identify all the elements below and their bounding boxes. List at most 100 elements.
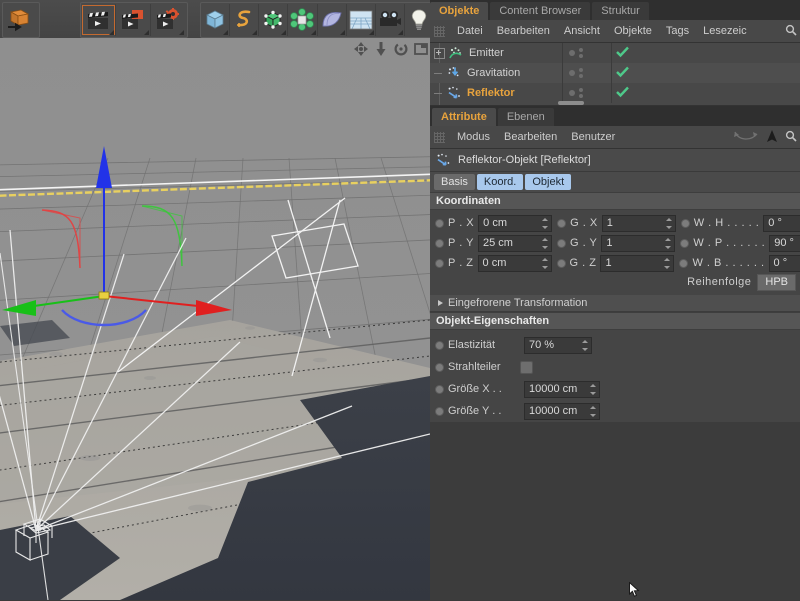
scale-y-input[interactable]: 1 [601,234,676,252]
rotation-h-input[interactable]: 0 ° [763,214,800,232]
tab-content-browser[interactable]: Content Browser [490,2,591,20]
expand-toggle-icon[interactable] [434,47,445,59]
animate-radio[interactable] [435,362,444,372]
horizontal-scrollbar[interactable] [558,101,584,105]
render-visibility-dots[interactable] [579,88,583,98]
visibility-dots[interactable] [562,83,611,103]
animate-radio[interactable] [556,258,566,268]
render-visibility-dots[interactable] [579,48,583,58]
array-button[interactable] [288,4,318,36]
cube-primitive-button[interactable] [201,4,231,36]
scale-x-input[interactable]: 1 [601,214,676,232]
animate-radio[interactable] [680,238,690,248]
spinner-icon[interactable] [541,257,548,269]
tag-column[interactable] [611,43,800,63]
check-tag-icon[interactable] [616,46,629,61]
menu-datei[interactable]: Datei [450,20,490,42]
check-tag-icon[interactable] [616,86,629,101]
table-row[interactable]: Reflektor [430,83,800,103]
spinner-icon[interactable] [665,237,672,249]
animate-radio[interactable] [435,258,444,268]
table-row[interactable]: Emitter [430,43,800,63]
visibility-dots[interactable] [562,43,611,63]
frozen-transform-group[interactable]: Eingefrorene Transformation [430,295,800,312]
move-view-icon[interactable] [354,42,368,56]
menu-bearbeiten[interactable]: Bearbeiten [497,126,564,148]
panel-grip-icon[interactable] [434,25,445,37]
pointer-arrow-icon[interactable] [766,129,778,146]
tab-attribute[interactable]: Attribute [432,108,496,126]
animate-radio[interactable] [435,238,444,248]
object-row-emitter[interactable]: Emitter [430,43,562,63]
position-y-input[interactable]: 25 cm [477,234,552,252]
menu-lesezeichen[interactable]: Lesezeic [696,20,753,42]
tab-objekte[interactable]: Objekte [430,2,489,20]
animate-radio[interactable] [556,238,566,248]
camera-button[interactable] [376,4,405,36]
animate-radio[interactable] [680,218,690,228]
chevron-right-icon[interactable] [438,300,443,306]
render-visibility-dots[interactable] [579,68,583,78]
light-button[interactable] [405,4,433,36]
check-tag-icon[interactable] [616,66,629,81]
spinner-icon[interactable] [582,339,588,351]
table-row[interactable]: Gravitation [430,63,800,83]
maximize-view-icon[interactable] [414,42,428,56]
rotation-order-dropdown[interactable]: HPB [757,273,796,291]
editor-visibility-dot[interactable] [569,90,575,96]
rotation-p-input[interactable]: 90 ° [769,234,800,252]
animate-radio[interactable] [435,384,444,394]
subtab-basis[interactable]: Basis [434,174,475,190]
spinner-icon[interactable] [664,257,671,269]
rotation-b-input[interactable]: 0 ° [768,254,800,272]
visibility-dots[interactable] [562,63,611,83]
viewport-perspective[interactable] [0,38,430,600]
panel-grip-icon[interactable] [434,131,445,143]
subtab-objekt[interactable]: Objekt [525,174,572,190]
tab-ebenen[interactable]: Ebenen [497,108,554,126]
floor-environment-button[interactable] [347,4,376,36]
scale-z-input[interactable]: 1 [600,254,675,272]
search-icon[interactable] [785,130,797,145]
groesse-x-input[interactable]: 10000 cm [524,380,600,398]
deformer-button[interactable] [318,4,347,36]
animate-radio[interactable] [557,218,567,228]
position-z-input[interactable]: 0 cm [477,254,552,272]
menu-bearbeiten[interactable]: Bearbeiten [490,20,557,42]
undo-curve-icon[interactable] [733,129,759,146]
tag-column[interactable] [611,83,800,103]
object-manager-list[interactable]: Emitter Gravitation Reflektor [430,43,800,106]
record-keyframe-button[interactable] [116,4,151,36]
strahlteiler-checkbox[interactable] [520,360,533,374]
animate-radio[interactable] [435,340,444,350]
menu-objekte[interactable]: Objekte [607,20,659,42]
undo-transform-button[interactable] [3,4,37,36]
animate-radio[interactable] [435,218,444,228]
tag-column[interactable] [611,63,800,83]
editor-visibility-dot[interactable] [569,70,575,76]
menu-ansicht[interactable]: Ansicht [557,20,607,42]
menu-modus[interactable]: Modus [450,126,497,148]
search-icon[interactable] [785,24,797,39]
groesse-y-input[interactable]: 10000 cm [524,402,600,420]
position-x-input[interactable]: 0 cm [478,214,553,232]
menu-tags[interactable]: Tags [659,20,696,42]
spinner-icon[interactable] [665,217,672,229]
tab-struktur[interactable]: Struktur [592,2,649,20]
elastizitaet-input[interactable]: 70 % [524,336,592,354]
animate-radio[interactable] [679,258,689,268]
menu-benutzer[interactable]: Benutzer [564,126,622,148]
object-row-gravitation[interactable]: Gravitation [430,63,562,83]
spinner-icon[interactable] [541,237,548,249]
subtab-koord[interactable]: Koord. [476,174,524,190]
rotate-view-icon[interactable] [394,42,408,56]
editor-visibility-dot[interactable] [569,50,575,56]
nurbs-button[interactable] [259,4,289,36]
animate-radio[interactable] [435,406,444,416]
spinner-icon[interactable] [590,383,596,395]
dolly-view-icon[interactable] [374,42,388,56]
play-animation-button[interactable] [81,4,116,36]
spinner-icon[interactable] [542,217,549,229]
spline-button[interactable] [230,4,260,36]
spinner-icon[interactable] [590,405,596,417]
